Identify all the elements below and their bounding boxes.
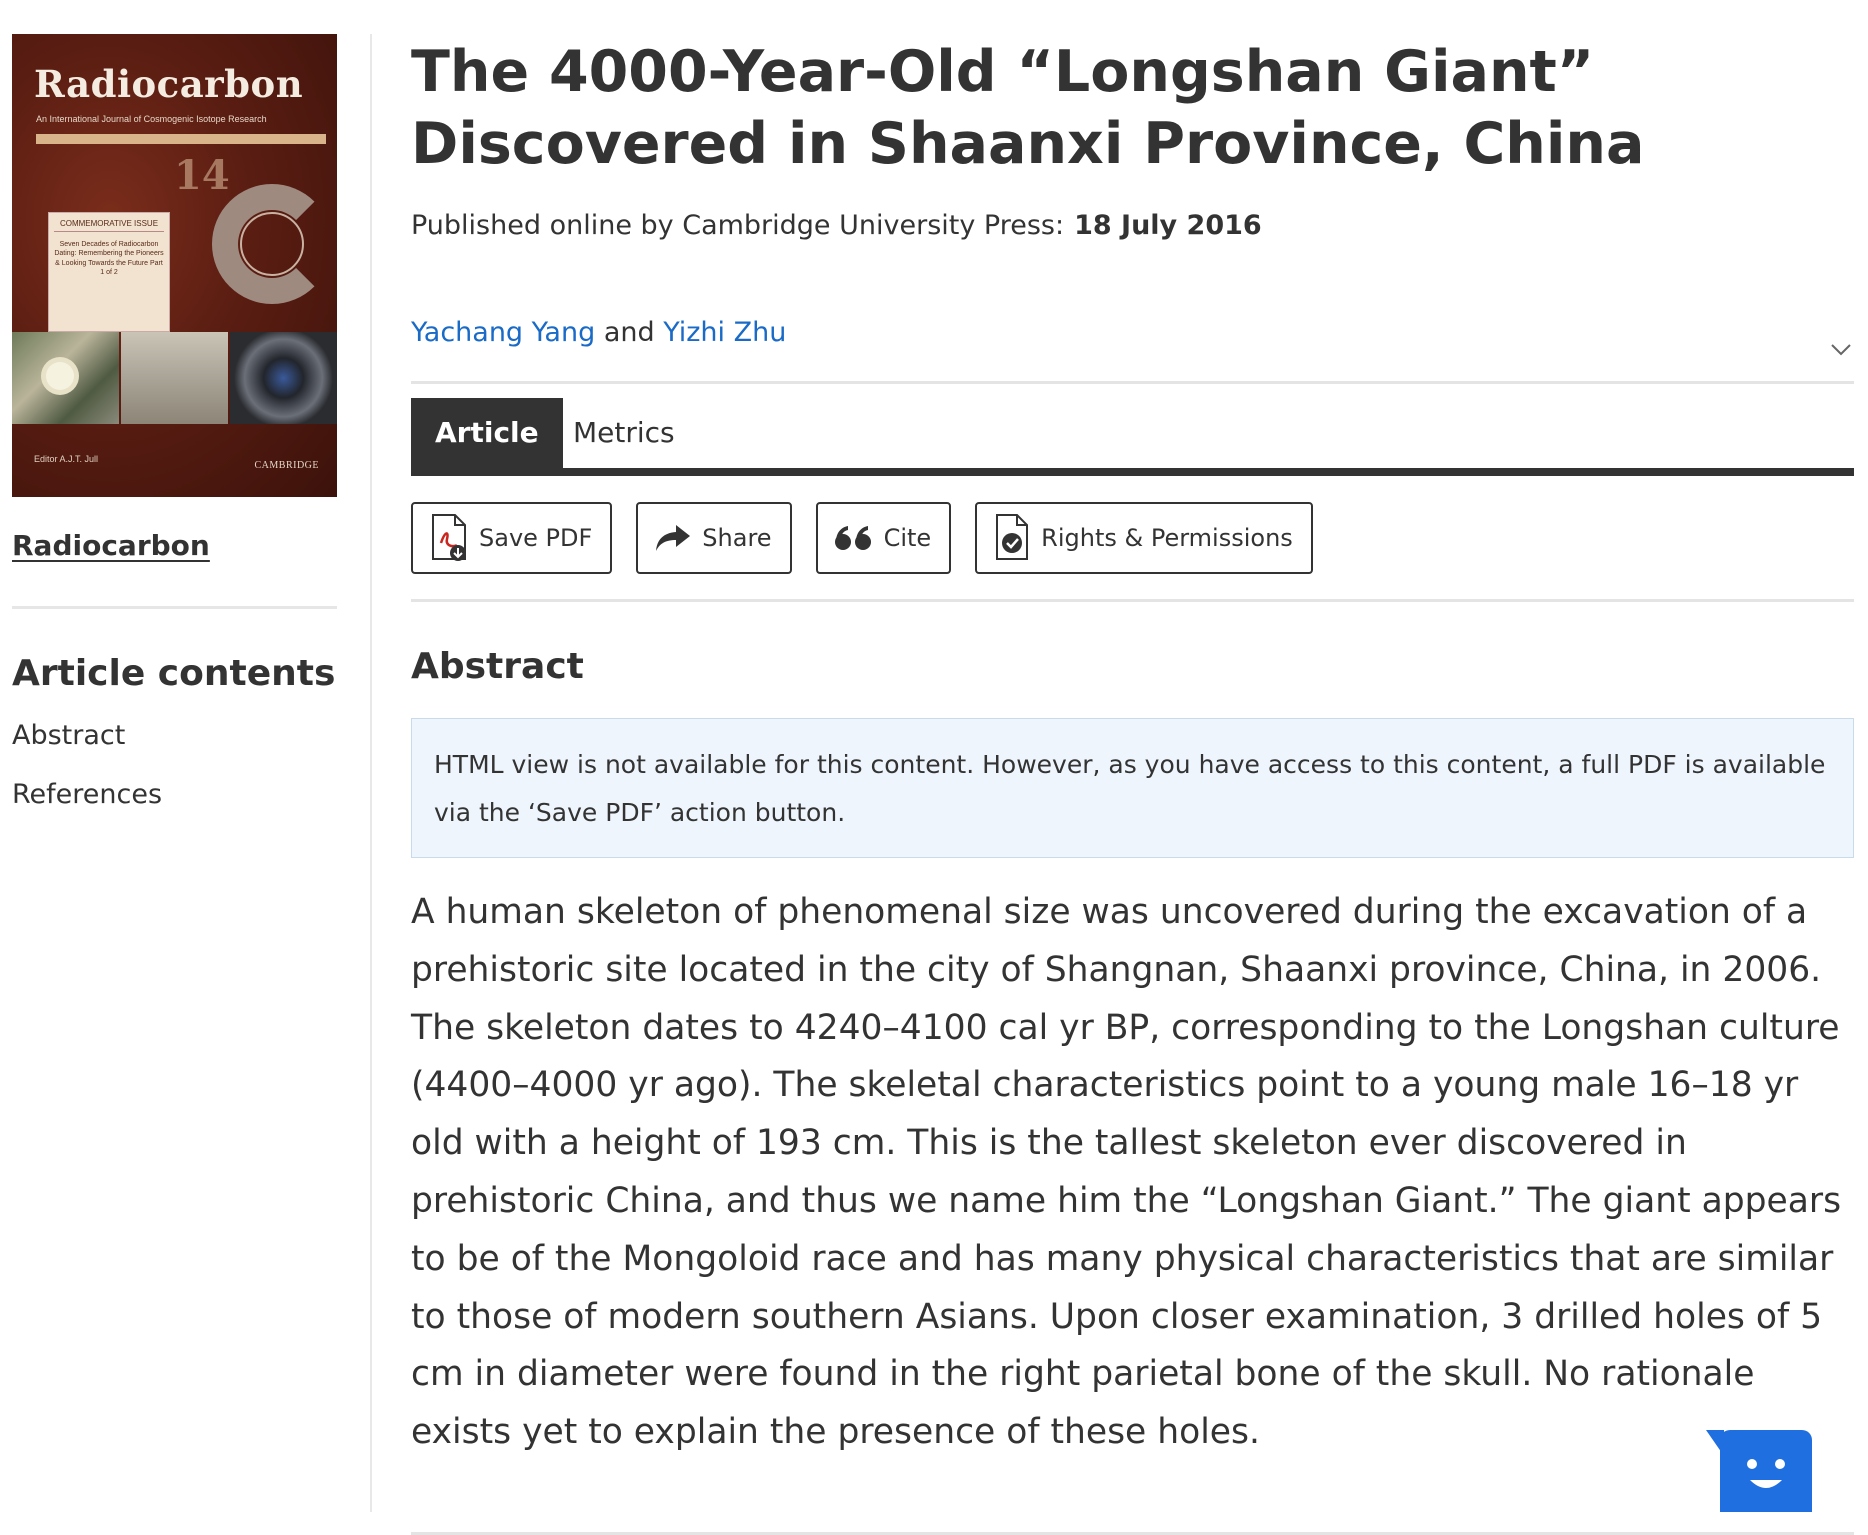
quote-icon (834, 526, 871, 550)
chevron-down-icon[interactable] (1828, 336, 1854, 362)
cover-badge-text: Seven Decades of Radiocarbon Dating: Rem… (54, 241, 164, 276)
chat-bot-icon (1747, 1459, 1785, 1488)
share-arrow-icon (656, 525, 691, 551)
published-label: Published online by Cambridge University… (411, 210, 1065, 241)
document-check-icon (996, 514, 1029, 560)
abstract-text: A human skeleton of phenomenal size was … (411, 892, 1842, 1453)
chat-bot-button[interactable] (1706, 1430, 1812, 1512)
author-list: Yachang Yang and Yizhi Zhu (411, 317, 1854, 348)
published-date: 18 July 2016 (1074, 210, 1262, 241)
tab-metrics[interactable]: Metrics (549, 398, 699, 468)
author-link[interactable]: Yachang Yang (411, 317, 595, 348)
author-link[interactable]: Yizhi Zhu (663, 317, 786, 348)
cover-atom-logo (240, 212, 304, 276)
article-contents-heading: Article contents (12, 653, 336, 694)
article-title: The 4000-Year-Old “Longshan Giant” Disco… (411, 39, 1645, 177)
article-tabs: Article Metrics (411, 398, 1854, 476)
contents-item-references[interactable]: References (12, 779, 337, 810)
rights-permissions-button[interactable]: Rights & Permissions (975, 502, 1313, 574)
rights-label: Rights & Permissions (1041, 524, 1293, 552)
article-main: The 4000-Year-Old “Longshan Giant” Disco… (411, 36, 1854, 1535)
cite-label: Cite (883, 524, 932, 552)
cover-badge-heading: COMMEMORATIVE ISSUE (54, 219, 164, 233)
column-divider (370, 34, 372, 1512)
cover-publisher: CAMBRIDGE (254, 460, 319, 471)
action-buttons: Save PDF Share Cite Rights & Permissions (411, 502, 1313, 574)
cover-editor: Editor A.J.T. Jull (34, 454, 99, 464)
save-pdf-button[interactable]: Save PDF (411, 502, 613, 574)
share-button[interactable]: Share (636, 502, 792, 574)
html-unavailable-notice: HTML view is not available for this cont… (411, 718, 1854, 858)
journal-link[interactable]: Radiocarbon (12, 529, 337, 562)
cover-number: 14 (174, 152, 230, 199)
sidebar-divider (12, 606, 337, 609)
cover-title: Radiocarbon (34, 62, 304, 106)
publication-info: Published online by Cambridge University… (411, 210, 1854, 241)
pdf-download-icon (432, 514, 466, 561)
cite-button[interactable]: Cite (815, 502, 952, 574)
cover-badge: COMMEMORATIVE ISSUE Seven Decades of Rad… (48, 212, 170, 332)
cover-photo-flower (12, 332, 119, 424)
journal-cover-image[interactable]: Radiocarbon An International Journal of … (12, 34, 337, 497)
cover-photo-sphere (230, 332, 337, 424)
sidebar: Radiocarbon An International Journal of … (12, 34, 337, 838)
cover-photo-sand (121, 332, 228, 424)
abstract-heading: Abstract (411, 646, 584, 687)
actions-divider (411, 599, 1854, 602)
contents-item-abstract[interactable]: Abstract (12, 720, 337, 751)
save-pdf-label: Save PDF (479, 524, 593, 552)
cover-band (36, 134, 326, 144)
tab-article[interactable]: Article (411, 398, 563, 468)
share-label: Share (702, 524, 772, 552)
cover-subtitle: An International Journal of Cosmogenic I… (36, 114, 267, 124)
cover-photo-strip (12, 332, 337, 424)
authors-joiner: and (603, 317, 655, 348)
authors-divider (411, 381, 1854, 384)
article-contents-list: Abstract References (12, 720, 337, 810)
